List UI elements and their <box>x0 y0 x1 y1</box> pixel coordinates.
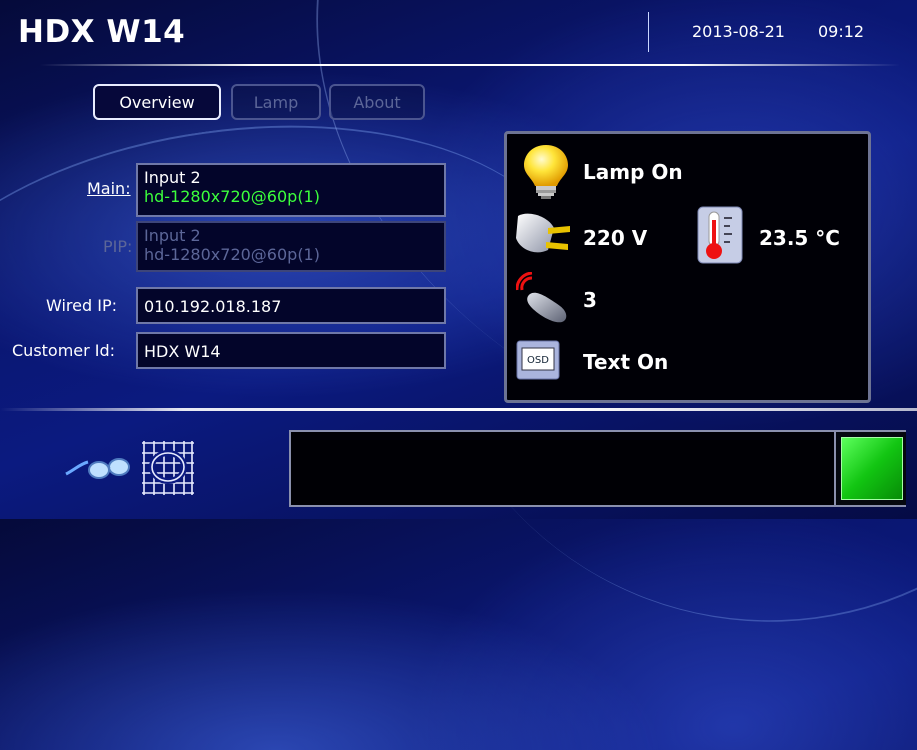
pip-input-format: hd-1280x720@60p(1) <box>144 245 320 264</box>
pip-label: PIP: <box>103 237 133 256</box>
remote-control-icon <box>516 272 567 323</box>
tab-lamp[interactable]: Lamp <box>231 84 321 120</box>
header-date: 2013-08-21 <box>692 22 785 41</box>
main-label-link[interactable]: Main: <box>87 179 131 198</box>
thermometer-icon <box>697 206 743 264</box>
voltage-text: 220 V <box>583 226 648 250</box>
temperature-text: 23.5 °C <box>759 226 840 250</box>
main-input-format: hd-1280x720@60p(1) <box>144 187 320 206</box>
footer-separator <box>0 408 917 411</box>
wired-ip-label: Wired IP: <box>46 296 117 315</box>
warp-grid-icon[interactable] <box>138 437 198 499</box>
header-divider <box>648 12 649 52</box>
power-plug-icon <box>516 213 570 253</box>
tab-overview[interactable]: Overview <box>93 84 221 120</box>
message-area <box>289 430 906 507</box>
lamp-status-text: Lamp On <box>583 160 683 184</box>
main-input-name: Input 2 <box>144 168 201 187</box>
green-status-square <box>841 437 903 500</box>
device-title: HDX W14 <box>18 14 186 50</box>
pip-input-field: Input 2 hd-1280x720@60p(1) <box>136 221 446 272</box>
lightbulb-icon <box>524 145 568 199</box>
header-time: 09:12 <box>818 22 865 41</box>
status-indicator-button[interactable] <box>834 432 906 505</box>
remote-count-text: 3 <box>583 288 597 312</box>
svg-text:OSD: OSD <box>527 355 549 366</box>
pip-input-name: Input 2 <box>144 226 201 245</box>
main-input-field: Input 2 hd-1280x720@60p(1) <box>136 163 446 217</box>
osd-status-text: Text On <box>583 350 669 374</box>
wired-ip-field: 010.192.018.187 <box>136 287 446 324</box>
osd-icon: OSD <box>516 340 560 380</box>
tab-about[interactable]: About <box>329 84 425 120</box>
customer-id-label: Customer Id: <box>12 341 116 360</box>
customer-id-field: HDX W14 <box>136 332 446 369</box>
header-separator <box>40 64 900 66</box>
3d-glasses-icon[interactable] <box>64 450 130 486</box>
